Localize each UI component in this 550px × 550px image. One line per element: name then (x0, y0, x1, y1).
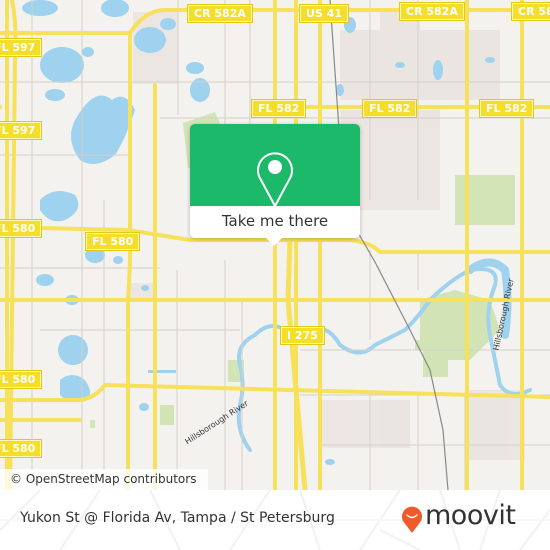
stop-title: Yukon St @ Florida Av, Tampa / St Peters… (20, 510, 335, 526)
road-shield-fl582: FL 582 (480, 100, 534, 117)
road-shield-us41: US 41 (300, 5, 348, 22)
road-shield-fl580: FL 580 (0, 220, 42, 237)
road-shield-fl597: FL 597 (0, 122, 42, 139)
popup-header[interactable] (190, 124, 360, 207)
moovit-wordmark: moovit (425, 500, 516, 531)
road-shield-fl580: FL 580 (0, 440, 42, 457)
road-shield-cr582a: CR 582A (400, 3, 464, 20)
map-view[interactable]: CR 582A US 41 CR 582A CR 582A FL 597 FL … (0, 0, 550, 490)
footer-bar: Yukon St @ Florida Av, Tampa / St Peters… (0, 490, 550, 550)
road-shield-cr582a: CR 582A (188, 5, 252, 22)
road-shield-i275: I 275 (281, 327, 324, 344)
road-shield-fl597: FL 597 (0, 39, 42, 56)
map-attribution[interactable]: © OpenStreetMap contributors (0, 469, 209, 490)
map-pin-icon (257, 152, 293, 207)
road-shield-fl582: FL 582 (252, 100, 306, 117)
moovit-logo[interactable]: moovit (400, 500, 516, 534)
road-shield-fl580: FL 580 (0, 371, 42, 388)
take-me-there-popup[interactable]: Take me there (190, 124, 360, 246)
road-shield-fl580: FL 580 (86, 233, 140, 250)
popup-pointer (266, 238, 282, 246)
moovit-pin-icon (402, 506, 422, 533)
road-shield-cr582a: CR 582A (512, 3, 550, 20)
road-shield-fl582: FL 582 (363, 100, 417, 117)
take-me-there-button[interactable]: Take me there (190, 206, 360, 238)
